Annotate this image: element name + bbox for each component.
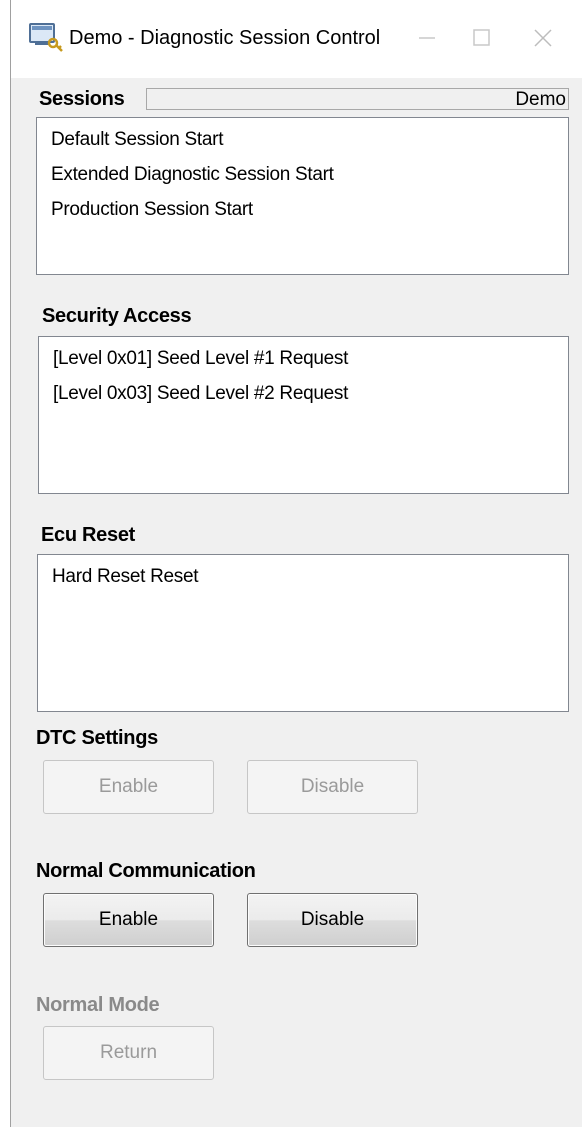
- diagnostic-session-window: Demo - Diagnostic Session Control Sessio…: [10, 0, 582, 1127]
- app-window-icon: [29, 22, 63, 52]
- normal-communication-label: Normal Communication: [36, 860, 256, 882]
- window-title: Demo - Diagnostic Session Control: [69, 27, 381, 49]
- demo-tag: Demo: [515, 89, 566, 110]
- sessions-label: Sessions: [39, 88, 125, 110]
- list-item[interactable]: Default Session Start: [51, 122, 568, 157]
- ecu-reset-label: Ecu Reset: [41, 524, 136, 546]
- maximize-icon[interactable]: [459, 20, 503, 56]
- normal-comm-disable-button[interactable]: Disable: [247, 893, 418, 947]
- list-item[interactable]: Extended Diagnostic Session Start: [51, 157, 568, 192]
- security-access-label: Security Access: [42, 305, 192, 327]
- list-item[interactable]: [Level 0x03] Seed Level #2 Request: [53, 376, 568, 411]
- title-bar[interactable]: Demo - Diagnostic Session Control: [11, 0, 582, 78]
- sessions-list[interactable]: Default Session Start Extended Diagnosti…: [36, 117, 569, 275]
- ecu-reset-list[interactable]: Hard Reset Reset: [37, 554, 569, 712]
- security-access-list[interactable]: [Level 0x01] Seed Level #1 Request [Leve…: [38, 336, 569, 494]
- list-item[interactable]: Production Session Start: [51, 192, 568, 227]
- list-item[interactable]: [Level 0x01] Seed Level #1 Request: [53, 341, 568, 376]
- dtc-disable-button[interactable]: Disable: [247, 760, 418, 814]
- normal-mode-return-button[interactable]: Return: [43, 1026, 214, 1080]
- normal-comm-enable-button[interactable]: Enable: [43, 893, 214, 947]
- normal-mode-label: Normal Mode: [36, 994, 160, 1016]
- close-icon[interactable]: [521, 20, 565, 56]
- dtc-enable-button[interactable]: Enable: [43, 760, 214, 814]
- list-item[interactable]: Hard Reset Reset: [52, 559, 568, 594]
- sessions-header-strip: Demo: [146, 88, 569, 110]
- minimize-icon[interactable]: [405, 20, 449, 56]
- dtc-settings-label: DTC Settings: [36, 727, 158, 749]
